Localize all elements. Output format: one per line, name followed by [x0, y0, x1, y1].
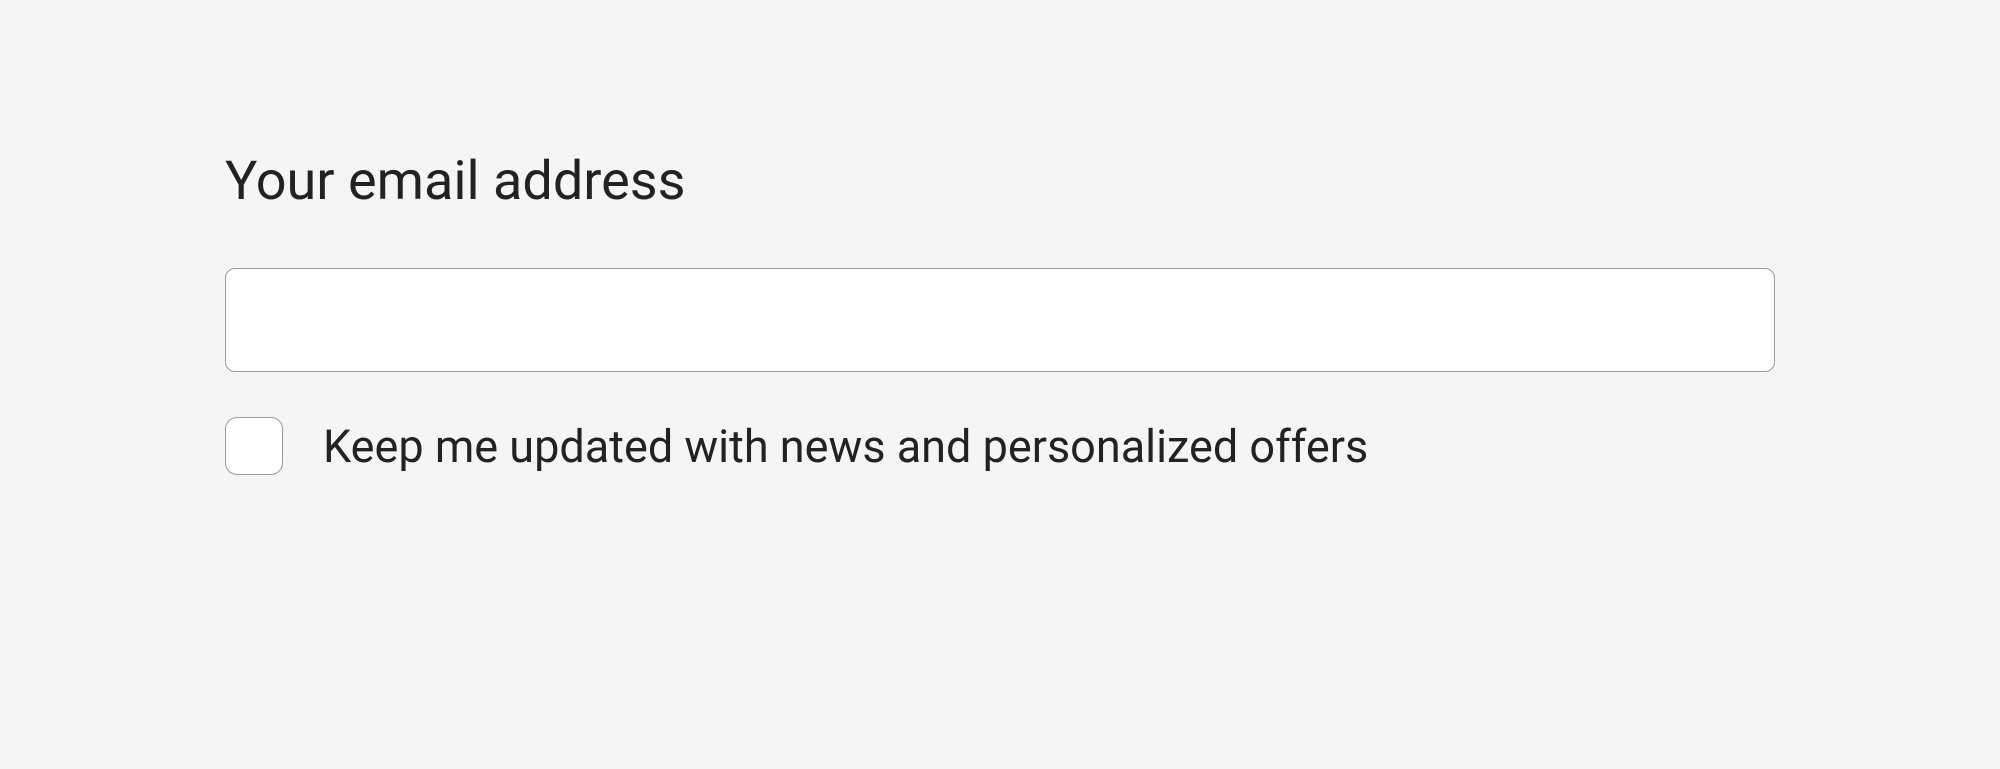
checkbox-row: Keep me updated with news and personaliz… — [225, 417, 1775, 475]
email-form: Your email address Keep me updated with … — [225, 150, 1775, 475]
newsletter-checkbox[interactable] — [225, 417, 283, 475]
email-input[interactable] — [225, 268, 1775, 372]
newsletter-checkbox-label[interactable]: Keep me updated with news and personaliz… — [323, 420, 1368, 473]
email-label: Your email address — [225, 150, 1775, 213]
